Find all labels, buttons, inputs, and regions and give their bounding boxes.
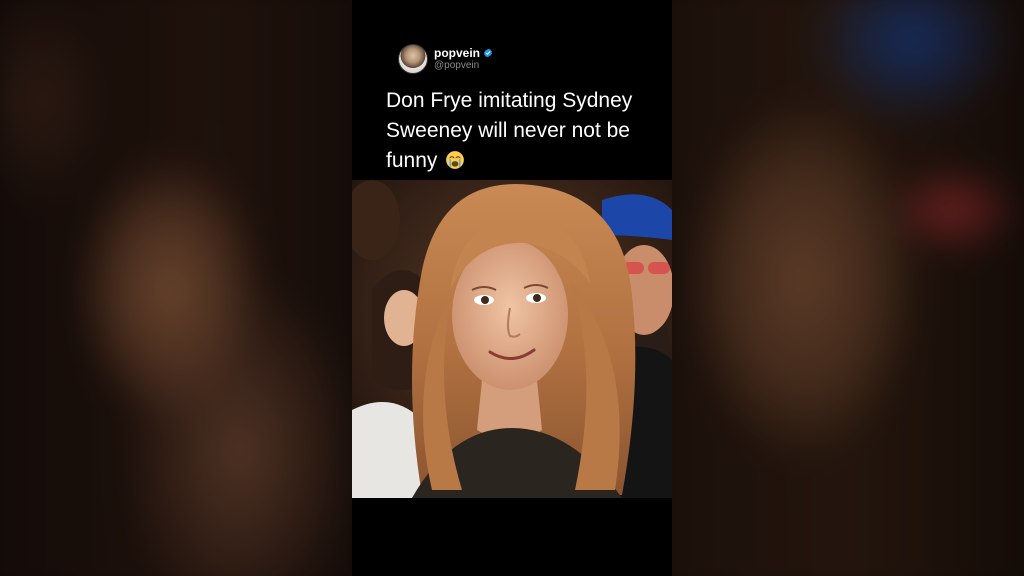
- verified-badge-icon: [484, 48, 492, 58]
- user-handle: @popvein: [434, 60, 480, 71]
- video-player[interactable]: popvein @popvein Don Frye imitating Sydn…: [0, 0, 1024, 576]
- tweet-text-body: Don Frye imitating Sydney Sweeney will n…: [386, 89, 633, 172]
- blurred-backdrop-right: [672, 0, 1024, 576]
- loudly-crying-face-icon: [446, 151, 465, 169]
- video-scene-illustration: [352, 180, 672, 498]
- blurred-backdrop-left: [0, 0, 352, 576]
- short-video-frame: popvein @popvein Don Frye imitating Sydn…: [352, 0, 672, 576]
- display-name: popvein: [434, 46, 481, 60]
- tweet-text: Don Frye imitating Sydney Sweeney will n…: [386, 86, 666, 176]
- user-name-block: popvein @popvein: [434, 46, 493, 72]
- name-row: popvein: [434, 46, 493, 60]
- avatar: [398, 44, 428, 74]
- video-still: [352, 180, 672, 498]
- tweet-header: popvein @popvein: [398, 44, 493, 74]
